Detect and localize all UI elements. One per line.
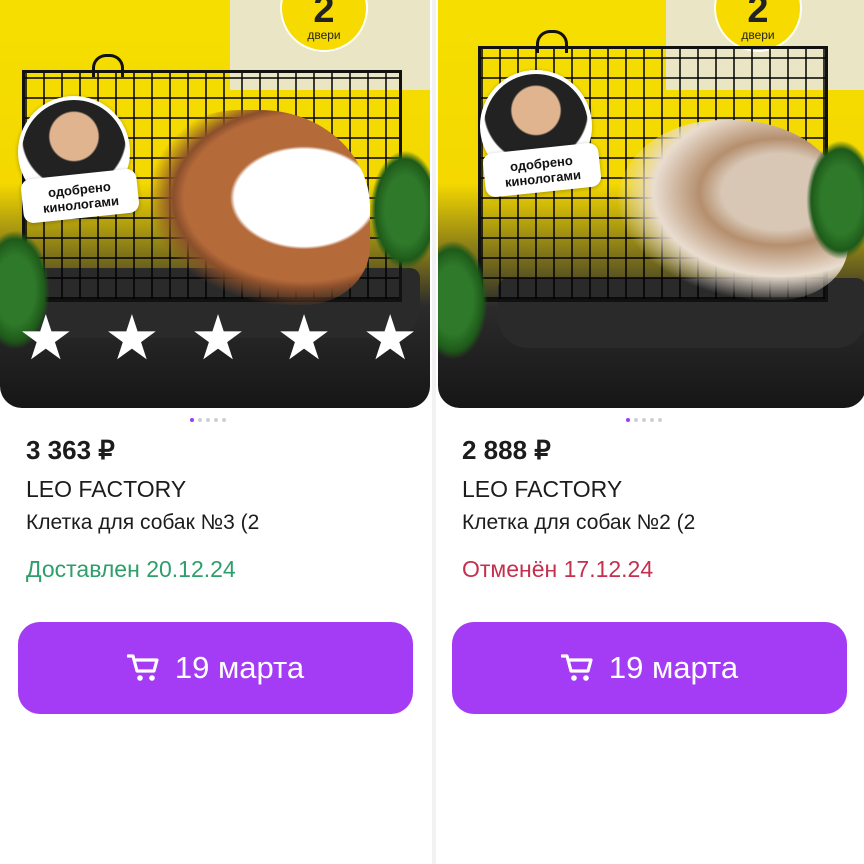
carousel-dot[interactable]: [222, 418, 226, 422]
star-icon: ★: [190, 304, 246, 373]
star-icon: ★: [276, 304, 332, 373]
rating-stars: ★ ★ ★ ★ ★: [18, 308, 418, 370]
star-icon: ★: [104, 304, 160, 373]
approved-sticker: одобрено кинологами: [18, 96, 140, 236]
carousel-dots: [626, 418, 662, 422]
product-image[interactable]: 2 двери одобрено кинологами ★ ★ ★ ★ ★: [0, 0, 430, 408]
add-to-cart-button[interactable]: 19 марта: [452, 622, 847, 714]
product-brand[interactable]: LEO FACTORY: [462, 476, 622, 503]
button-label: 19 марта: [608, 650, 739, 685]
carousel-dot[interactable]: [658, 418, 662, 422]
plant-right: [370, 150, 430, 270]
carousel-dot[interactable]: [190, 418, 194, 422]
order-status: Отменён 17.12.24: [462, 556, 654, 582]
star-icon: ★: [18, 304, 74, 373]
carousel-dot[interactable]: [198, 418, 202, 422]
carousel-dot[interactable]: [650, 418, 654, 422]
carousel-dot[interactable]: [642, 418, 646, 422]
carousel-dot[interactable]: [626, 418, 630, 422]
product-title[interactable]: Клетка для собак №3 (2: [26, 511, 259, 535]
carousel-dot[interactable]: [634, 418, 638, 422]
cart-icon: [126, 654, 159, 681]
approved-sticker: одобрено кинологами: [480, 70, 602, 210]
carousel-dot[interactable]: [206, 418, 210, 422]
cart-icon: [560, 654, 593, 681]
button-label: 19 марта: [174, 650, 305, 685]
plant-right: [806, 140, 864, 260]
add-to-cart-button[interactable]: 19 марта: [18, 622, 413, 714]
product-card[interactable]: 2 двери одобрено кинологами ★ ★ ★ ★ ★ 3 …: [0, 0, 432, 864]
product-price: 2 888 ₽: [462, 435, 551, 465]
carousel-dots: [190, 418, 226, 422]
order-status: Доставлен 20.12.24: [26, 556, 236, 582]
star-icon: ★: [362, 304, 418, 373]
product-price: 3 363 ₽: [26, 435, 115, 465]
product-card[interactable]: 2 двери одобрено кинологами 2 888 ₽ LEO …: [432, 0, 864, 864]
sheltie-dog: [150, 110, 370, 305]
plant-left: [438, 240, 488, 360]
product-brand[interactable]: LEO FACTORY: [26, 476, 186, 503]
carousel-dot[interactable]: [214, 418, 218, 422]
product-title[interactable]: Клетка для собак №2 (2: [462, 511, 695, 535]
product-image[interactable]: 2 двери одобрено кинологами: [438, 0, 864, 408]
